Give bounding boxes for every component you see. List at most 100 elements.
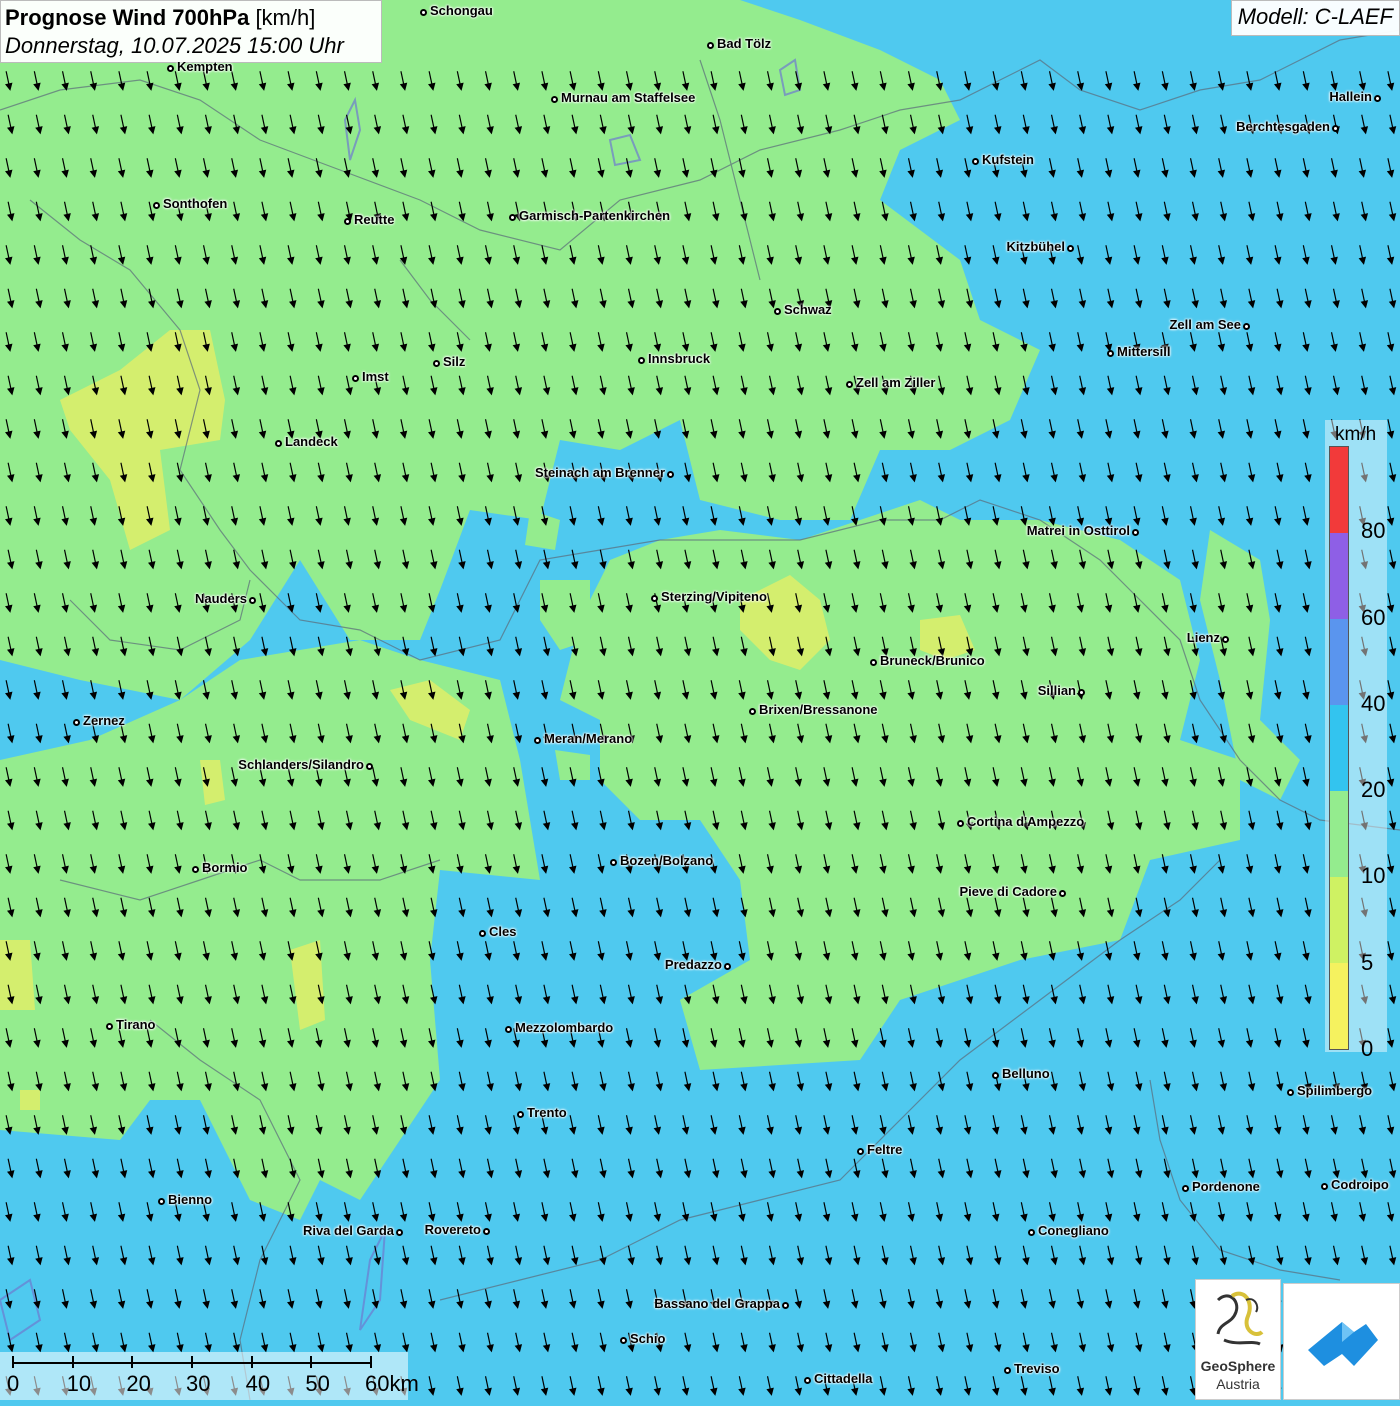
city-label: Bad Tölz — [717, 36, 772, 51]
legend-color-segment — [1330, 877, 1348, 963]
city-marker — [1078, 689, 1085, 696]
city-marker — [1067, 245, 1074, 252]
city-marker — [1332, 125, 1339, 132]
city-label: Bruneck/Brunico — [880, 653, 985, 668]
scale-label: 30 — [186, 1371, 211, 1396]
city-marker — [972, 158, 979, 165]
city-marker — [667, 471, 674, 478]
forecast-datetime: Donnerstag, 10.07.2025 15:00 Uhr — [5, 33, 344, 58]
city-label: Rovereto — [424, 1222, 481, 1237]
legend-tick-label: 10 — [1361, 863, 1386, 889]
app-logo[interactable] — [1283, 1283, 1400, 1400]
legend-colorbar — [1329, 446, 1349, 1050]
city-marker — [396, 1229, 403, 1236]
city-label: Garmisch-Partenkirchen — [519, 208, 671, 223]
city-label: Cittadella — [814, 1371, 873, 1386]
city-marker — [857, 1148, 864, 1155]
city-marker — [167, 65, 174, 72]
app-logo-icon — [1308, 1322, 1378, 1366]
city-label: Steinach am Brenner — [534, 465, 665, 480]
city-marker — [73, 719, 80, 726]
scale-label: 50 — [305, 1371, 330, 1396]
city-marker — [957, 820, 964, 827]
city-label: Riva del Garda — [302, 1223, 394, 1238]
city-marker — [534, 737, 541, 744]
city-label: Innsbruck — [648, 351, 711, 366]
city-marker — [158, 1198, 165, 1205]
city-label: Schio — [630, 1331, 666, 1346]
city-marker — [1059, 890, 1066, 897]
city-label: Bozen/Bolzano — [620, 853, 714, 868]
city-label: Reutte — [354, 212, 395, 227]
city-marker — [651, 595, 658, 602]
color-legend: km/h 80 60 40 20 10 5 0 — [1325, 420, 1387, 1061]
scale-label: 20 — [126, 1371, 151, 1396]
city-label: Trento — [527, 1105, 567, 1120]
city-label: Lienz — [1186, 630, 1220, 645]
city-label: Mezzolombardo — [515, 1020, 614, 1035]
legend-color-segment — [1330, 705, 1348, 791]
scale-label: 10 — [66, 1371, 92, 1396]
city-label: Sonthofen — [163, 196, 228, 211]
title-bold: Prognose Wind 700hPa — [5, 5, 250, 30]
scale-tick — [370, 1356, 372, 1368]
city-marker — [782, 1302, 789, 1309]
legend-color-segment — [1330, 963, 1348, 1049]
legend-tick-label: 5 — [1361, 949, 1374, 975]
legend-color-segment — [1330, 791, 1348, 877]
city-marker — [551, 96, 558, 103]
city-marker — [1132, 529, 1139, 536]
city-label: Schwaz — [784, 302, 832, 317]
city-label: Codroipo — [1331, 1177, 1389, 1192]
city-label: Zell am Ziller — [856, 375, 936, 390]
city-label: Schlanders/Silandro — [238, 757, 364, 772]
title-box: Prognose Wind 700hPa [km/h] Donnerstag, … — [0, 0, 382, 63]
model-label: Modell: C-LAEF — [1230, 0, 1400, 36]
city-label: Bormio — [202, 860, 248, 875]
city-marker — [106, 1023, 113, 1030]
city-label: Tirano — [116, 1017, 156, 1032]
city-label: Zell am See — [1169, 317, 1241, 332]
city-marker — [344, 218, 351, 225]
city-label: Schongau — [430, 3, 493, 18]
city-label: Landeck — [285, 434, 338, 449]
scale-tick — [191, 1356, 193, 1368]
city-marker — [420, 9, 427, 16]
legend-tick-label: 0 — [1361, 1036, 1374, 1061]
scale-tick — [310, 1356, 313, 1368]
city-marker — [1287, 1089, 1294, 1096]
city-marker — [804, 1377, 811, 1384]
logo-subtitle: Austria — [1216, 1376, 1260, 1392]
city-label: Treviso — [1014, 1361, 1060, 1376]
city-label: Sillian — [1037, 683, 1076, 698]
city-marker — [352, 375, 359, 382]
city-marker — [192, 866, 199, 873]
city-marker — [610, 859, 617, 866]
city-marker — [479, 930, 486, 937]
city-marker — [1374, 95, 1381, 102]
city-label: Spilimbergo — [1297, 1083, 1373, 1098]
city-marker — [1243, 323, 1250, 330]
city-marker — [509, 214, 516, 221]
city-marker — [1004, 1367, 1011, 1374]
legend-tick-label: 60 — [1361, 604, 1386, 630]
scale-label: 40 — [245, 1371, 271, 1396]
legend-color-segment — [1330, 619, 1348, 705]
city-label: Silz — [443, 354, 466, 369]
city-label: Nauders — [194, 591, 247, 606]
city-marker — [1182, 1185, 1189, 1192]
scale-bar: 0 10 20 30 40 50 60km — [0, 1352, 419, 1400]
city-label: Kitzbühel — [1006, 239, 1066, 254]
city-label: Bienno — [168, 1192, 213, 1207]
scale-label: 60km — [365, 1371, 419, 1396]
city-label: Bassano del Grappa — [654, 1296, 780, 1311]
city-marker — [433, 360, 440, 367]
city-label: Kufstein — [982, 152, 1034, 167]
city-marker — [1028, 1229, 1035, 1236]
city-label: Conegliano — [1038, 1223, 1109, 1238]
geosphere-logo[interactable]: GeoSphere Austria — [1195, 1279, 1281, 1400]
city-label: Meran/Merano — [544, 731, 633, 746]
city-marker — [707, 42, 714, 49]
scale-tick — [131, 1356, 134, 1368]
city-label: Murnau am Staffelsee — [561, 90, 696, 105]
